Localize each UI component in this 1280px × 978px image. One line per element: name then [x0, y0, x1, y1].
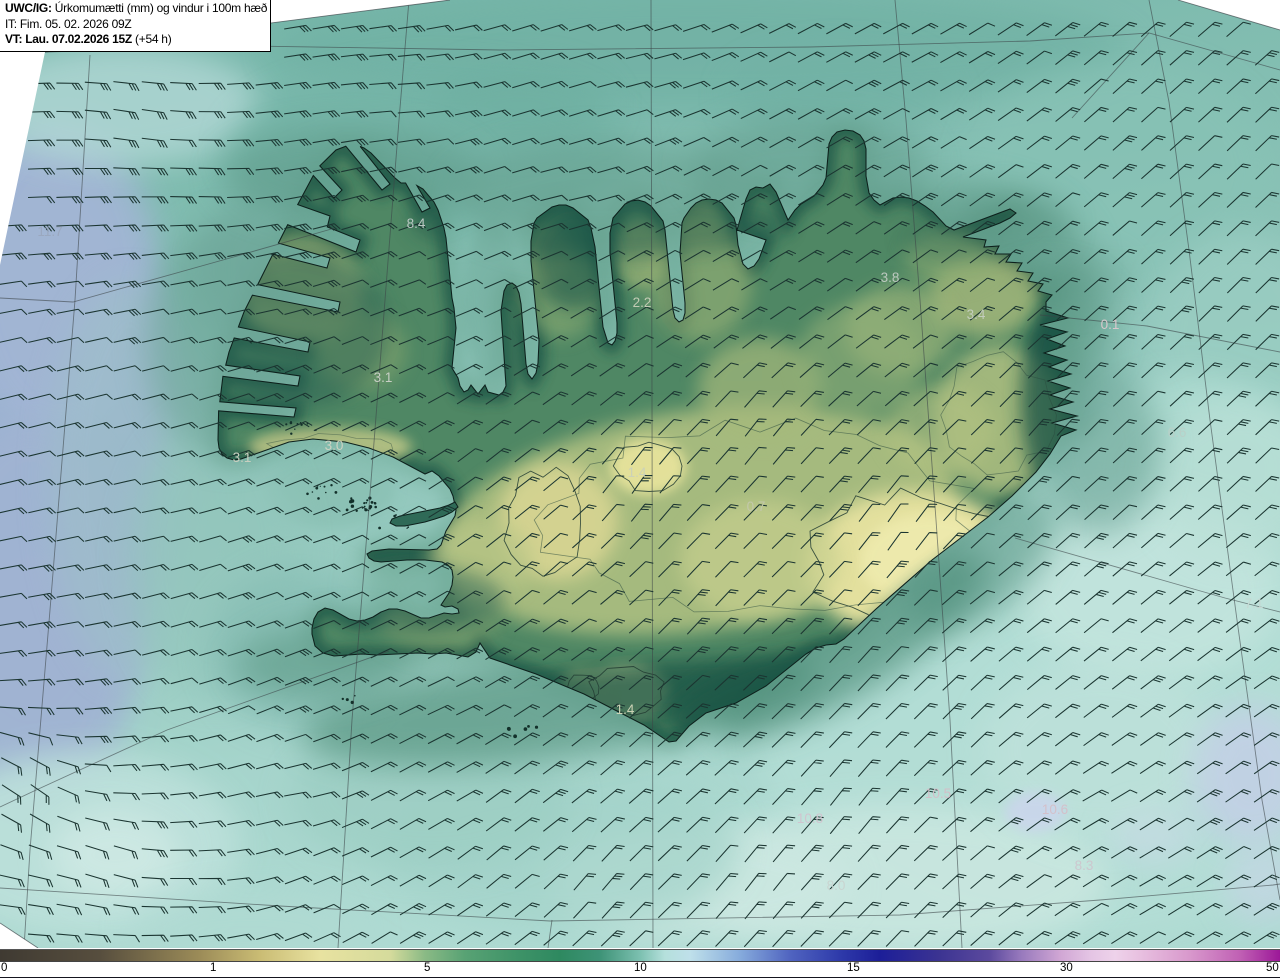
svg-text:2.2: 2.2: [633, 295, 652, 310]
svg-text:10.6: 10.6: [1042, 802, 1068, 817]
svg-text:3.0: 3.0: [325, 438, 344, 453]
svg-text:10.5: 10.5: [925, 786, 951, 801]
svg-text:1.4: 1.4: [628, 465, 647, 480]
svg-text:3.4: 3.4: [967, 307, 986, 322]
svg-text:3.1: 3.1: [374, 370, 393, 385]
svg-text:0.7: 0.7: [747, 499, 766, 514]
svg-text:3.1: 3.1: [233, 450, 252, 465]
svg-text:8.0: 8.0: [827, 878, 846, 893]
svg-text:11.7: 11.7: [37, 224, 62, 239]
svg-text:10.8: 10.8: [797, 811, 823, 826]
svg-text:8.3: 8.3: [1075, 858, 1094, 873]
svg-text:7.1: 7.1: [1245, 596, 1264, 611]
svg-text:1.4: 1.4: [616, 702, 635, 717]
svg-text:8.4: 8.4: [407, 216, 426, 231]
svg-text:3.8: 3.8: [881, 270, 900, 285]
svg-text:6.6: 6.6: [1168, 425, 1187, 440]
svg-text:0.1: 0.1: [1101, 317, 1120, 332]
